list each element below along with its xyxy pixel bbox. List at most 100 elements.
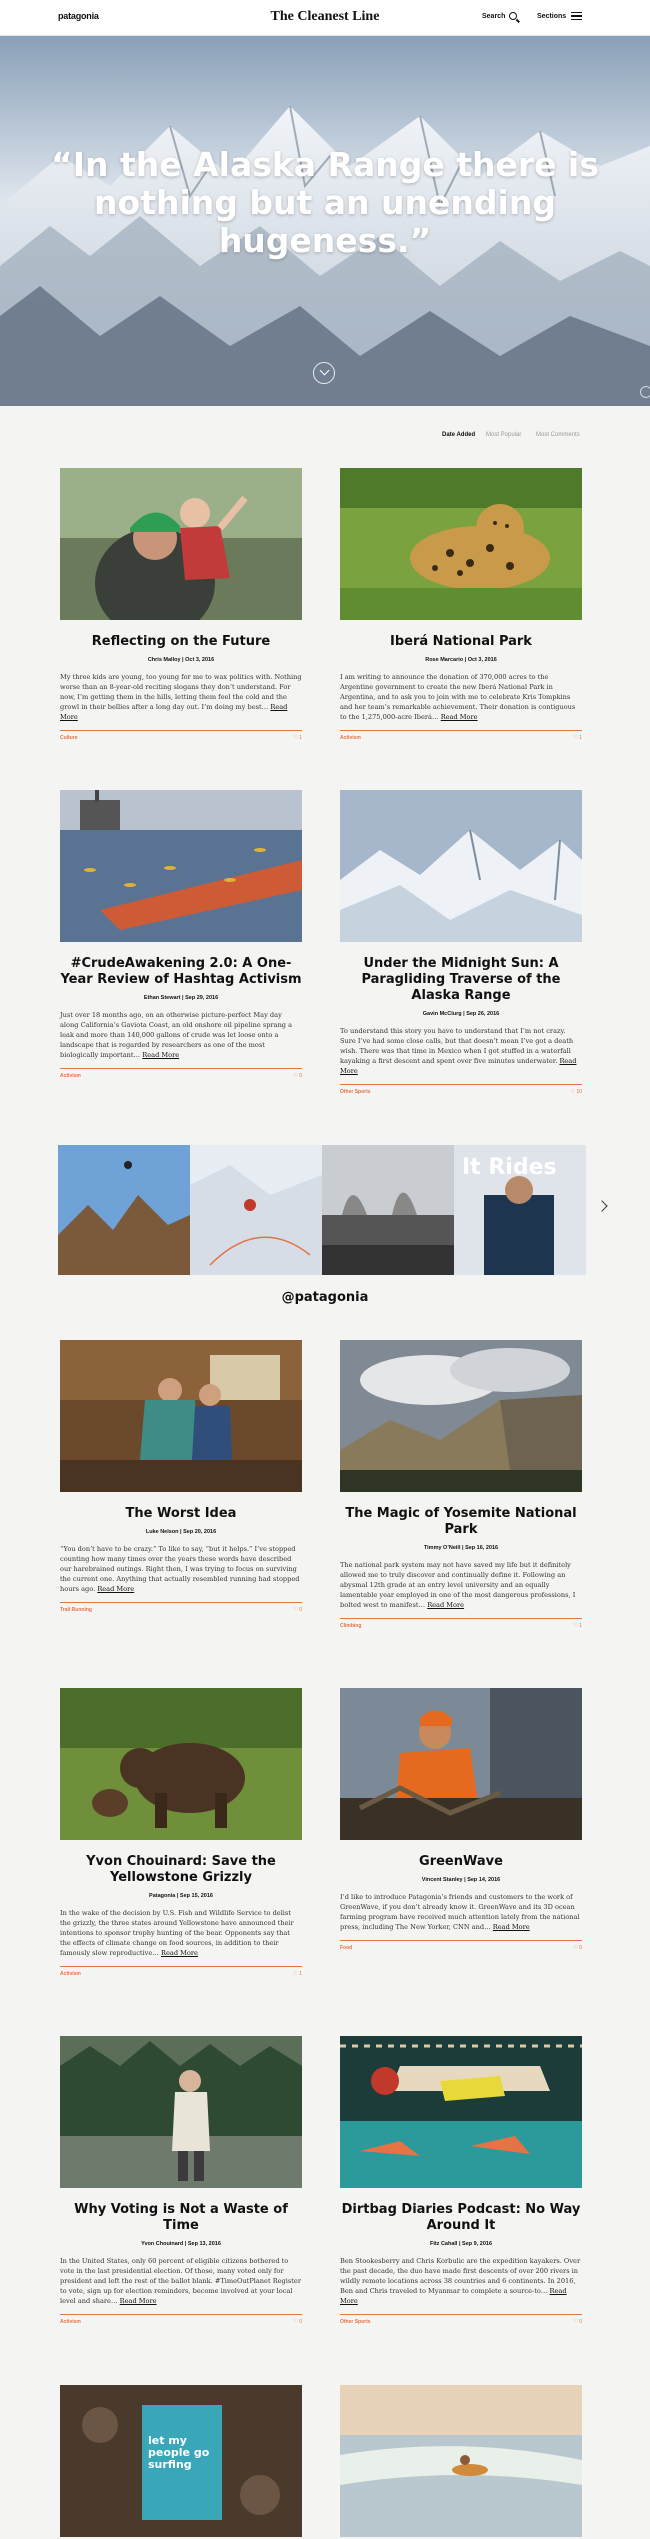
post-image[interactable]	[60, 468, 302, 620]
comment-count-value: 0	[299, 1607, 302, 1613]
post-category[interactable]: Activism	[60, 2319, 81, 2325]
instagram-tile-overlay: It Rides	[462, 1155, 557, 1180]
post-category[interactable]: Other Sports	[340, 1089, 371, 1095]
post-meta: Yvon Chouinard | Sep 13, 2016	[141, 2241, 221, 2247]
post-footer: Activism ♡ 0	[60, 1068, 302, 1082]
post-title[interactable]: Yvon Chouinard: Save the Yellowstone Gri…	[60, 1854, 302, 1886]
post-card[interactable]: Reflecting on the Future Chris Malloy | …	[60, 468, 302, 744]
search-button[interactable]: Search	[482, 12, 518, 20]
post-excerpt: I am writing to announce the donation of…	[340, 673, 576, 721]
post-excerpt: I’d like to introduce Patagonia’s friend…	[340, 1893, 580, 1931]
next-arrow-icon[interactable]	[596, 1200, 608, 1212]
post-image[interactable]	[340, 2385, 582, 2537]
post-card[interactable]: The Worst Idea Luke Nelson | Sep 20, 201…	[60, 1340, 302, 1616]
read-more-link[interactable]: Read More	[97, 1585, 134, 1593]
sections-menu-button[interactable]: Sections	[537, 12, 583, 20]
instagram-tile[interactable]: It Rides	[454, 1145, 586, 1275]
comment-count[interactable]: ♡ 1	[573, 1623, 582, 1629]
instagram-tile[interactable]	[190, 1145, 322, 1275]
post-card[interactable]: Iberá National Park Rose Marcario | Oct …	[340, 468, 582, 744]
post-card[interactable]	[340, 2385, 582, 2537]
post-image[interactable]	[60, 790, 302, 942]
post-meta: Fitz Cahall | Sep 9, 2016	[429, 2241, 493, 2247]
post-title[interactable]: #CrudeAwakening 2.0: A One-Year Review o…	[60, 956, 302, 988]
post-image[interactable]	[340, 1340, 582, 1492]
post-card[interactable]: Dirtbag Diaries Podcast: No Way Around I…	[340, 2036, 582, 2328]
sort-most-comments[interactable]: Most Comments	[536, 432, 580, 438]
read-more-link[interactable]: Read More	[493, 1923, 530, 1931]
post-card[interactable]: Under the Midnight Sun: A Paragliding Tr…	[340, 790, 582, 1098]
post-meta: Timmy O’Neill | Sep 16, 2016	[423, 1545, 499, 1551]
comment-count[interactable]: ♡ 0	[293, 1607, 302, 1613]
post-card[interactable]: let my people go surfing	[60, 2385, 302, 2537]
post-category[interactable]: Other Sports	[340, 2319, 371, 2325]
post-footer: Climbing ♡ 1	[340, 1618, 582, 1632]
post-excerpt: In the wake of the decision by U.S. Fish…	[60, 1909, 294, 1957]
comment-count[interactable]: ♡ 0	[293, 1073, 302, 1079]
post-card[interactable]: Yvon Chouinard: Save the Yellowstone Gri…	[60, 1688, 302, 1980]
read-more-link[interactable]: Read More	[427, 1601, 464, 1609]
comment-count[interactable]: ♡ 10	[571, 1089, 582, 1095]
comment-count-value: 0	[299, 2319, 302, 2325]
read-more-link[interactable]: Read More	[441, 713, 478, 721]
comment-count-value: 10	[576, 1089, 582, 1095]
post-excerpt: My three kids are young, too young for m…	[60, 673, 302, 721]
instagram-tile[interactable]	[322, 1145, 454, 1275]
comment-count-value: 1	[299, 735, 302, 741]
post-card[interactable]: #CrudeAwakening 2.0: A One-Year Review o…	[60, 790, 302, 1082]
post-title[interactable]: Iberá National Park	[340, 634, 582, 650]
hero-quote[interactable]: “In the Alaska Range there is nothing bu…	[40, 146, 610, 260]
post-title[interactable]: The Magic of Yosemite National Park	[340, 1506, 582, 1538]
comment-count[interactable]: ♡ 1	[293, 1971, 302, 1977]
comment-count[interactable]: ♡ 0	[573, 1945, 582, 1951]
post-meta: Rose Marcario | Oct 3, 2016	[425, 657, 497, 663]
post-image[interactable]	[60, 1688, 302, 1840]
post-card[interactable]: GreenWave Vincent Stanley | Sep 14, 2016…	[340, 1688, 582, 1954]
post-title[interactable]: Reflecting on the Future	[60, 634, 302, 650]
read-more-link[interactable]: Read More	[120, 2297, 157, 2305]
post-category[interactable]: Activism	[60, 1073, 81, 1079]
post-category[interactable]: Climbing	[340, 1623, 361, 1629]
post-image[interactable]	[60, 1340, 302, 1492]
post-image[interactable]	[340, 790, 582, 942]
book-cover-title: let my people go surfing	[148, 2434, 210, 2471]
post-title[interactable]: Dirtbag Diaries Podcast: No Way Around I…	[340, 2202, 582, 2234]
post-image[interactable]	[340, 2036, 582, 2188]
sort-date-added[interactable]: Date Added	[442, 432, 475, 438]
post-footer: Food ♡ 0	[340, 1940, 582, 1954]
read-more-link[interactable]: Read More	[161, 1949, 198, 1957]
comment-count[interactable]: ♡ 1	[293, 735, 302, 741]
post-card[interactable]: Why Voting is Not a Waste of Time Yvon C…	[60, 2036, 302, 2328]
comment-count[interactable]: ♡ 0	[573, 2319, 582, 2325]
comment-count[interactable]: ♡ 0	[293, 2319, 302, 2325]
post-category[interactable]: Activism	[340, 735, 361, 741]
search-label: Search	[482, 12, 506, 20]
post-image[interactable]	[340, 468, 582, 620]
scroll-down-icon[interactable]	[313, 362, 335, 384]
hero-banner[interactable]: “In the Alaska Range there is nothing bu…	[0, 36, 650, 406]
post-image[interactable]	[60, 2036, 302, 2188]
sections-label: Sections	[537, 12, 567, 20]
comment-count-value: 0	[299, 1073, 302, 1079]
post-title[interactable]: GreenWave	[340, 1854, 582, 1870]
post-image[interactable]: let my people go surfing	[60, 2385, 302, 2537]
post-meta: Vincent Stanley | Sep 14, 2016	[421, 1877, 501, 1883]
instagram-tile[interactable]	[58, 1145, 190, 1275]
post-category[interactable]: Culture	[60, 735, 78, 741]
post-title[interactable]: The Worst Idea	[60, 1506, 302, 1522]
read-more-link[interactable]: Read More	[142, 1051, 179, 1059]
post-category[interactable]: Trail Running	[60, 1607, 92, 1613]
post-card[interactable]: The Magic of Yosemite National Park Timm…	[340, 1340, 582, 1632]
post-image[interactable]	[340, 1688, 582, 1840]
comment-count[interactable]: ♡ 1	[573, 735, 582, 741]
post-title[interactable]: Under the Midnight Sun: A Paragliding Tr…	[340, 956, 582, 1004]
post-category[interactable]: Activism	[60, 1971, 81, 1977]
post-category[interactable]: Food	[340, 1945, 352, 1951]
post-excerpt: In the United States, only 60 percent of…	[60, 2257, 301, 2305]
post-footer: Other Sports ♡ 10	[340, 1084, 582, 1098]
post-excerpt: The national park system may not have sa…	[340, 1561, 576, 1609]
post-title[interactable]: Why Voting is Not a Waste of Time	[60, 2202, 302, 2234]
sort-most-popular[interactable]: Most Popular	[486, 432, 521, 438]
slide-indicator-icon[interactable]	[640, 386, 650, 398]
instagram-handle[interactable]: @patagonia	[0, 1290, 650, 1305]
